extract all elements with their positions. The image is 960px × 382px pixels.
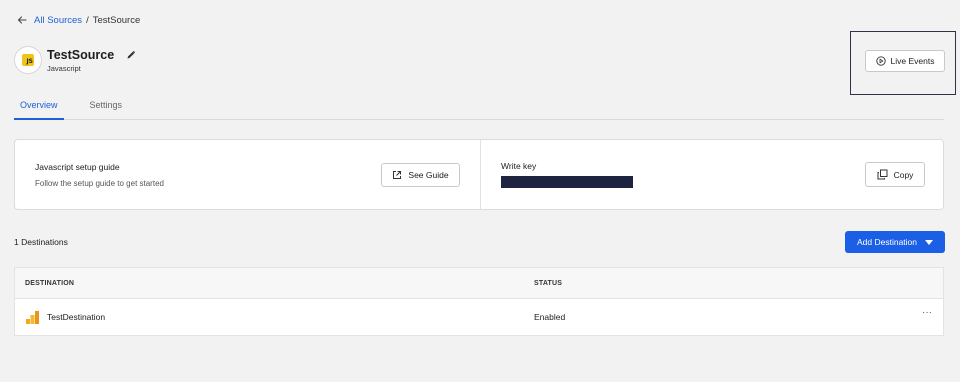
copy-icon bbox=[877, 169, 888, 180]
source-name: TestSource bbox=[47, 47, 115, 62]
breadcrumb-separator: / bbox=[86, 14, 89, 26]
external-link-icon bbox=[393, 171, 402, 179]
column-header-status: STATUS bbox=[534, 280, 563, 287]
live-events-button[interactable]: Live Events bbox=[865, 50, 945, 72]
source-detail-page: All Sources / TestSource JS TestSource J… bbox=[0, 0, 960, 382]
caret-down-icon bbox=[925, 239, 933, 245]
destinations-table: DESTINATION STATUS TestDestination Enabl… bbox=[14, 267, 944, 336]
write-key-value-redacted[interactable] bbox=[501, 176, 633, 188]
js-icon: JS bbox=[22, 54, 34, 66]
source-logo: JS bbox=[14, 46, 42, 74]
tab-bar: Overview Settings bbox=[14, 98, 944, 120]
setup-guide-panel: Javascript setup guide Follow the setup … bbox=[15, 140, 481, 209]
add-destination-button[interactable]: Add Destination bbox=[845, 231, 945, 253]
destination-status: Enabled bbox=[534, 312, 566, 322]
see-guide-button[interactable]: See Guide bbox=[381, 163, 460, 187]
setup-guide-subtitle: Follow the setup guide to get started bbox=[35, 179, 164, 188]
add-destination-label: Add Destination bbox=[856, 237, 917, 247]
column-header-destination: DESTINATION bbox=[25, 280, 75, 287]
breadcrumb: All Sources / TestSource bbox=[16, 14, 140, 26]
write-key-panel: Write key Copy bbox=[481, 140, 943, 209]
table-row[interactable]: TestDestination Enabled ··· bbox=[15, 299, 943, 336]
play-circle-icon bbox=[875, 56, 886, 66]
setup-card: Javascript setup guide Follow the setup … bbox=[14, 139, 944, 210]
back-arrow-icon[interactable] bbox=[16, 14, 28, 26]
source-titles: TestSource Javascript bbox=[47, 48, 136, 73]
more-icon[interactable]: ··· bbox=[922, 307, 932, 318]
destination-name[interactable]: TestDestination bbox=[47, 312, 105, 322]
live-events-label: Live Events bbox=[890, 56, 935, 66]
see-guide-label: See Guide bbox=[408, 170, 449, 180]
bar-chart-icon bbox=[26, 311, 39, 324]
table-header: DESTINATION STATUS bbox=[15, 268, 943, 299]
copy-button[interactable]: Copy bbox=[865, 162, 925, 187]
destinations-count: 1 Destinations bbox=[14, 237, 68, 247]
tab-overview[interactable]: Overview bbox=[14, 98, 64, 120]
breadcrumb-all-sources-link[interactable]: All Sources bbox=[34, 15, 82, 26]
source-name-row: TestSource bbox=[47, 48, 136, 62]
source-header: JS TestSource Javascript bbox=[14, 46, 136, 74]
setup-guide-title: Javascript setup guide bbox=[35, 162, 120, 172]
pencil-icon[interactable] bbox=[126, 50, 136, 60]
copy-label: Copy bbox=[893, 169, 914, 180]
tab-settings[interactable]: Settings bbox=[90, 98, 123, 120]
source-type: Javascript bbox=[47, 63, 81, 73]
breadcrumb-current: TestSource bbox=[92, 14, 141, 26]
write-key-label: Write key bbox=[501, 161, 537, 171]
